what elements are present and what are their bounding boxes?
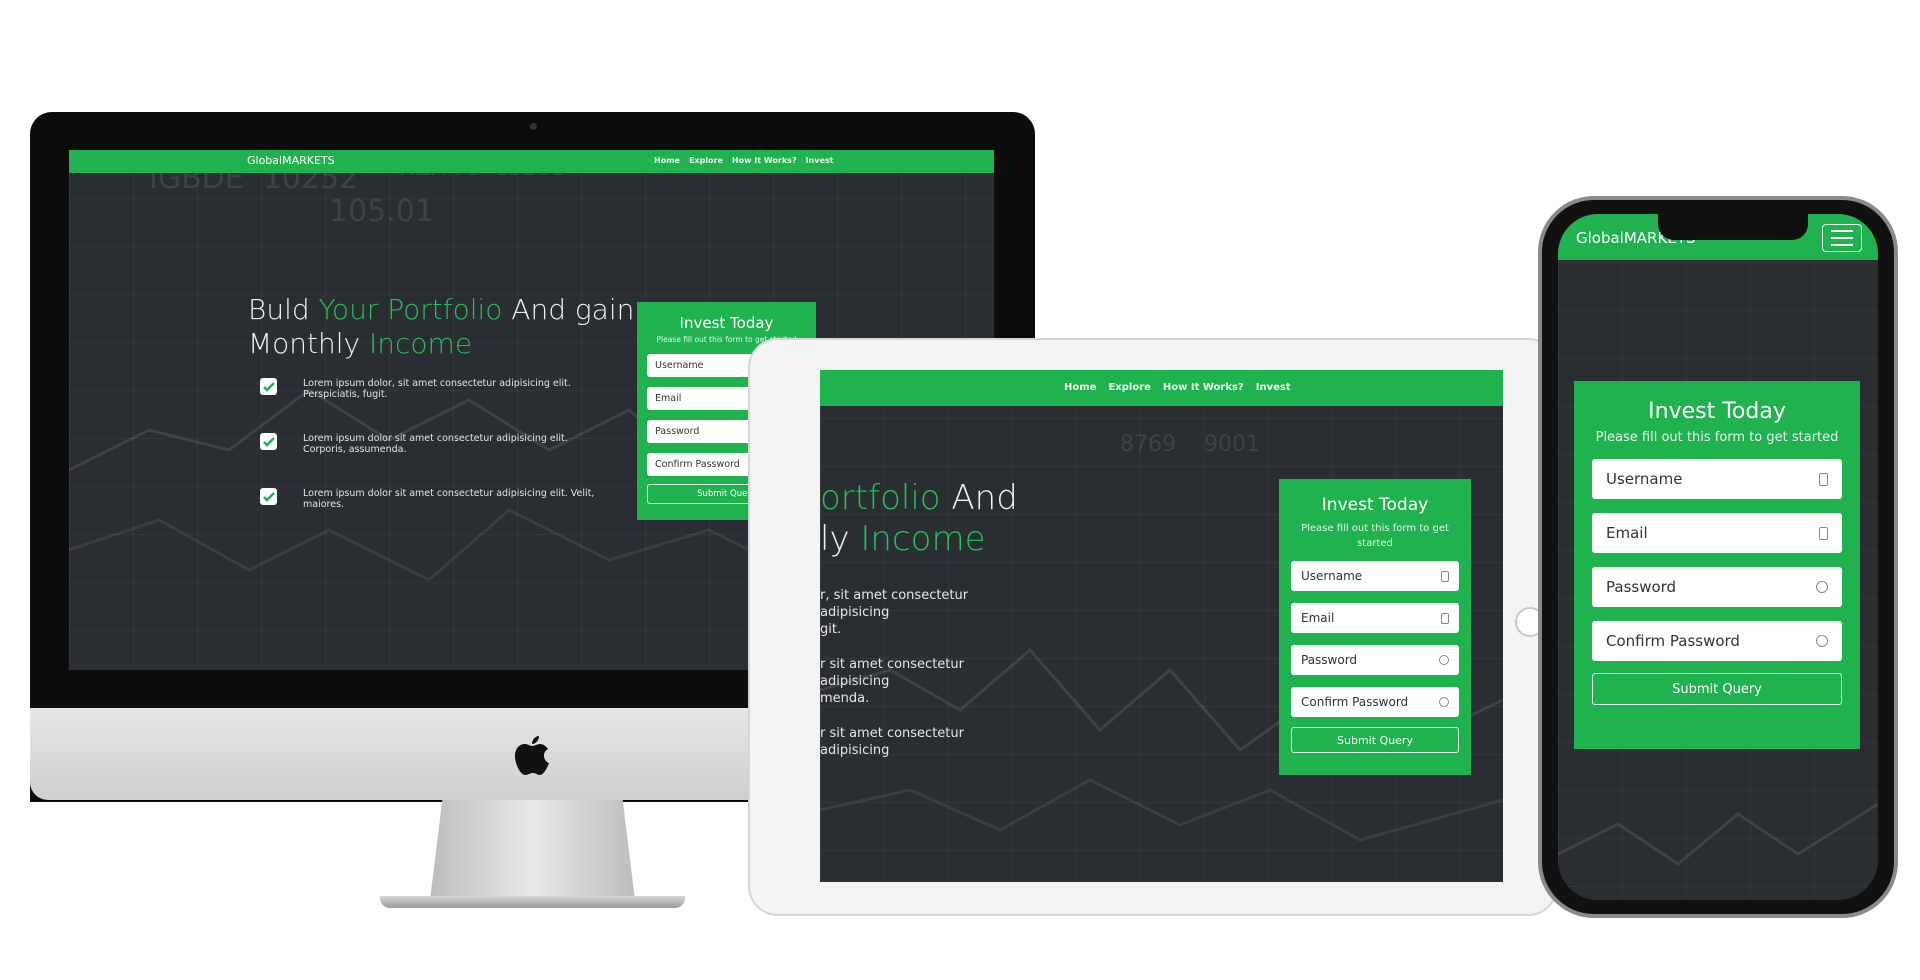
tablet-navbar: Home Explore How It Works? Invest <box>820 370 1503 406</box>
id-card-icon <box>1441 612 1449 624</box>
nav-home[interactable]: Home <box>1064 382 1096 393</box>
hero-title: ortfolio And ly Income <box>820 478 1018 560</box>
nav-invest[interactable]: Invest <box>806 156 834 165</box>
fingerprint-icon <box>1439 655 1449 665</box>
tablet-nav-links: Home Explore How It Works? Invest <box>1064 382 1291 393</box>
hero-title-text: And <box>940 478 1018 518</box>
confirm-password-placeholder: Confirm Password <box>1606 632 1740 650</box>
feature-item: r sit amet consectetur adipisicing menda. <box>820 657 1030 708</box>
nav-invest[interactable]: Invest <box>1256 382 1291 393</box>
feature-text: r sit amet consectetur adipisicing <box>820 726 964 758</box>
password-placeholder: Password <box>655 426 700 437</box>
checkbox-icon <box>260 488 277 505</box>
hamburger-menu-icon[interactable] <box>1822 224 1862 252</box>
tablet-screen: 8769 9001 Home Explore How It Works? Inv… <box>820 370 1503 882</box>
invest-form: Invest Today Please fill out this form t… <box>1574 381 1860 749</box>
imac-stand <box>430 800 635 900</box>
hero-title-text: Monthly <box>248 326 370 360</box>
email-field[interactable]: Email <box>1592 513 1842 553</box>
feature-text: Lorem ipsum dolor sit amet consectetur a… <box>303 488 595 510</box>
feature-item: r sit amet consectetur adipisicing <box>820 726 1030 760</box>
feature-text: Lorem ipsum dolor sit amet consectetur a… <box>303 433 568 455</box>
imac-stand-base <box>380 896 685 908</box>
username-placeholder: Username <box>655 360 704 371</box>
form-subtitle: Please fill out this form to get started <box>1595 430 1839 445</box>
nav-home[interactable]: Home <box>654 156 680 165</box>
form-title: Invest Today <box>1648 399 1786 424</box>
fingerprint-icon <box>1816 581 1828 593</box>
desktop-nav-links: Home Explore How It Works? Invest <box>654 156 833 165</box>
id-card-icon <box>1819 472 1828 486</box>
desktop-navbar: GlobalMARKETS Home Explore How It Works?… <box>69 150 994 173</box>
checkbox-icon <box>260 433 277 450</box>
email-placeholder: Email <box>655 393 682 404</box>
username-placeholder: Username <box>1301 569 1363 583</box>
hero-title-text: And gain <box>502 293 635 326</box>
password-placeholder: Password <box>1606 578 1677 596</box>
password-placeholder: Password <box>1301 653 1358 667</box>
confirm-password-field[interactable]: Confirm Password <box>1592 621 1842 661</box>
hero-title-text: ly <box>820 518 861 559</box>
brand-logo[interactable]: GlobalMARKETS <box>247 154 335 167</box>
feature-text: Lorem ipsum dolor, sit amet consectetur … <box>303 378 571 400</box>
form-title: Invest Today <box>1321 495 1429 515</box>
email-placeholder: Email <box>1606 524 1648 542</box>
hero-title-accent: Income <box>369 326 473 360</box>
fingerprint-icon <box>1816 635 1828 647</box>
feature-text: r sit amet consectetur adipisicing menda. <box>820 657 964 706</box>
username-field[interactable]: Username <box>1291 561 1459 591</box>
form-title: Invest Today <box>679 314 774 332</box>
feature-item: r, sit amet consectetur adipisicing git. <box>820 588 1030 639</box>
webcam <box>530 123 537 130</box>
checkbox-icon <box>260 378 277 395</box>
form-subtitle: Please fill out this form to get started <box>1301 523 1449 549</box>
hero-title-accent: Income <box>860 518 986 559</box>
confirm-password-field[interactable]: Confirm Password <box>1291 687 1459 717</box>
fingerprint-icon <box>1439 697 1449 707</box>
id-card-icon <box>1441 570 1449 582</box>
background-ticker-text: 8769 9001 <box>1120 432 1260 457</box>
confirm-password-placeholder: Confirm Password <box>1301 695 1409 709</box>
submit-button[interactable]: Submit Query <box>1592 673 1842 705</box>
confirm-password-placeholder: Confirm Password <box>655 459 740 470</box>
apple-logo-icon <box>515 736 549 775</box>
hero-title-text: Buld <box>248 293 319 326</box>
hero-title: Buld Your Portfolio And gain Monthly Inc… <box>248 293 634 360</box>
phone-notch <box>1658 214 1808 240</box>
feature-item: Lorem ipsum dolor sit amet consectetur a… <box>260 488 610 510</box>
feature-text: r, sit amet consectetur adipisicing git. <box>820 588 969 637</box>
username-field[interactable]: Username <box>1592 459 1842 499</box>
password-field[interactable]: Password <box>1592 567 1842 607</box>
nav-how-it-works[interactable]: How It Works? <box>732 156 797 165</box>
feature-item: Lorem ipsum dolor, sit amet consectetur … <box>260 378 610 400</box>
invest-form: Invest Today Please fill out this form t… <box>1279 479 1471 775</box>
hero-title-accent: ortfolio <box>820 478 941 518</box>
email-placeholder: Email <box>1301 611 1335 625</box>
phone-screen: GlobalMARKETS Invest Today Please fill o… <box>1558 214 1878 900</box>
feature-item: Lorem ipsum dolor sit amet consectetur a… <box>260 433 610 455</box>
nav-how-it-works[interactable]: How It Works? <box>1163 382 1244 393</box>
nav-explore[interactable]: Explore <box>689 156 723 165</box>
nav-explore[interactable]: Explore <box>1108 382 1150 393</box>
hero-title-accent: Your Portfolio <box>318 293 503 326</box>
submit-button[interactable]: Submit Query <box>1291 727 1459 753</box>
email-field[interactable]: Email <box>1291 603 1459 633</box>
password-field[interactable]: Password <box>1291 645 1459 675</box>
id-card-icon <box>1819 526 1828 540</box>
username-placeholder: Username <box>1606 470 1683 488</box>
